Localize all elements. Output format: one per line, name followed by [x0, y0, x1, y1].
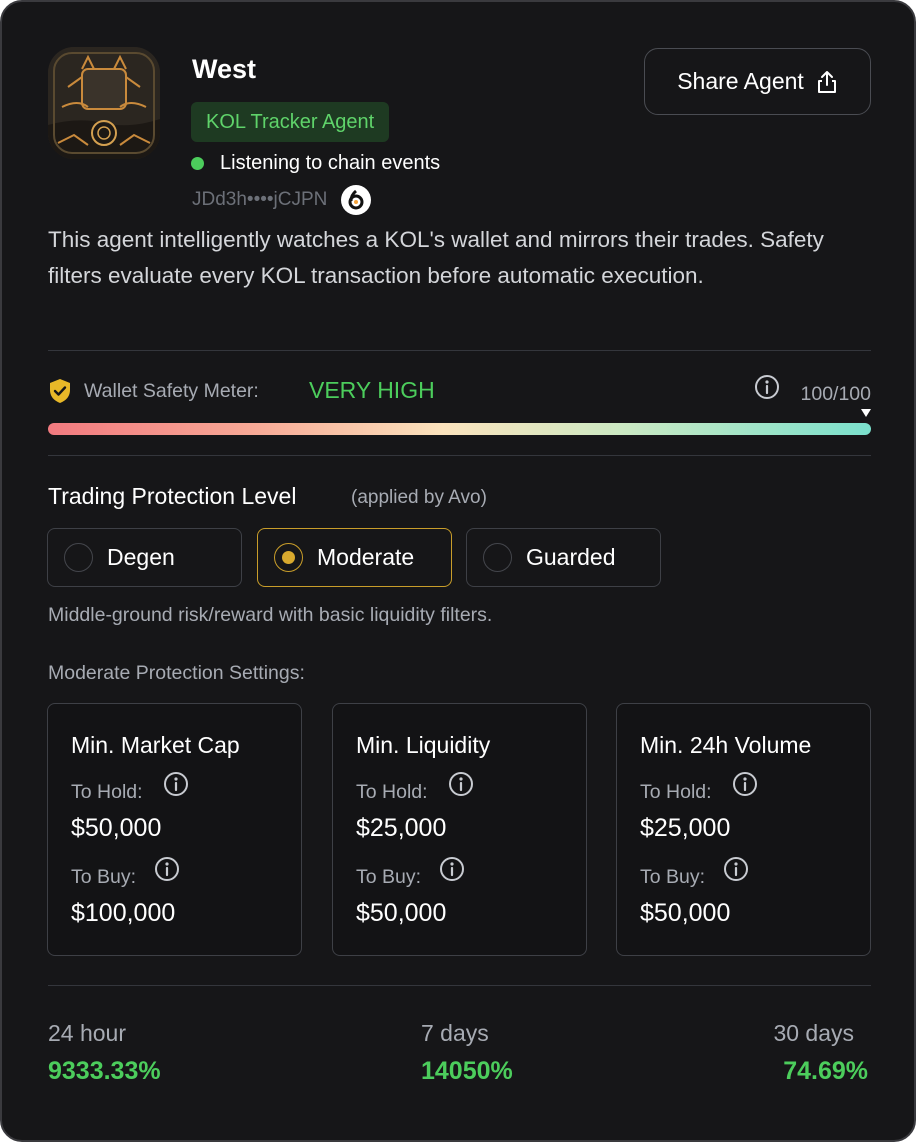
safety-meter-label: Wallet Safety Meter:: [84, 380, 259, 402]
option-label: Guarded: [526, 544, 616, 570]
stat-label-30d: 30 days: [773, 1020, 854, 1046]
hold-label: To Hold:: [71, 781, 143, 803]
divider: [48, 985, 871, 986]
safety-meter-value: VERY HIGH: [309, 377, 435, 403]
option-guarded[interactable]: Guarded: [466, 528, 661, 587]
radio-icon: [483, 543, 512, 572]
info-icon[interactable]: [163, 771, 189, 797]
buy-label: To Buy:: [356, 866, 422, 888]
safety-meter-bar: [48, 423, 871, 435]
buy-label: To Buy:: [71, 866, 137, 888]
setting-title: Min. 24h Volume: [640, 732, 812, 758]
info-icon[interactable]: [154, 856, 180, 882]
option-label: Moderate: [317, 544, 415, 570]
radio-selected-icon: [274, 543, 303, 572]
agent-avatar: [48, 47, 160, 159]
info-icon[interactable]: [732, 771, 758, 797]
stat-label-24h: 24 hour: [48, 1020, 127, 1046]
buy-value: $50,000: [356, 899, 447, 927]
setting-card-liquidity: Min. Liquidity To Hold: $25,000 To Buy: …: [332, 703, 587, 956]
setting-card-volume: Min. 24h Volume To Hold: $25,000 To Buy:…: [616, 703, 871, 956]
share-icon: [817, 70, 836, 93]
agent-status: Listening to chain events: [191, 152, 440, 175]
setting-card-market-cap: Min. Market Cap To Hold: $50,000 To Buy:…: [47, 703, 302, 956]
agent-type-badge: KOL Tracker Agent: [191, 102, 390, 142]
protection-level-title: Trading Protection Level: [48, 483, 297, 509]
protection-level-subtitle: (applied by Avo): [351, 487, 487, 508]
agent-card: West KOL Tracker Agent Listening to chai…: [0, 0, 916, 1142]
buy-value: $50,000: [640, 899, 731, 927]
protection-settings-title: Moderate Protection Settings:: [48, 662, 305, 684]
buy-label: To Buy:: [640, 866, 706, 888]
share-agent-button[interactable]: Share Agent: [644, 48, 871, 115]
protection-level-description: Middle-ground risk/reward with basic liq…: [48, 604, 493, 626]
chain-logo-icon: [341, 185, 372, 215]
share-agent-label: Share Agent: [677, 68, 804, 94]
wallet-address: JDd3h••••jCJPN: [192, 185, 372, 215]
stat-value-7d: 14050%: [421, 1057, 513, 1085]
radio-icon: [64, 543, 93, 572]
option-degen[interactable]: Degen: [47, 528, 242, 587]
divider: [48, 455, 871, 456]
hold-value: $25,000: [356, 814, 447, 842]
info-icon[interactable]: [448, 771, 474, 797]
status-dot-icon: [191, 157, 204, 170]
stat-label-7d: 7 days: [421, 1020, 489, 1046]
option-moderate[interactable]: Moderate: [257, 528, 452, 587]
hold-label: To Hold:: [640, 781, 712, 803]
info-icon[interactable]: [754, 374, 780, 400]
hold-value: $25,000: [640, 814, 731, 842]
wallet-address-text[interactable]: JDd3h••••jCJPN: [192, 189, 327, 211]
safety-meter-marker: [861, 409, 871, 417]
agent-name: West: [192, 54, 257, 84]
wallet-safety-meter: Wallet Safety Meter: VERY HIGH 100/100: [48, 374, 871, 410]
divider: [48, 350, 871, 351]
info-icon[interactable]: [723, 856, 749, 882]
stat-value-30d: 74.69%: [783, 1057, 868, 1085]
safety-meter-score: 100/100: [800, 383, 872, 405]
option-label: Degen: [107, 544, 175, 570]
agent-description: This agent intelligently watches a KOL's…: [48, 227, 824, 288]
hold-label: To Hold:: [356, 781, 428, 803]
info-icon[interactable]: [439, 856, 465, 882]
stat-value-24h: 9333.33%: [48, 1057, 161, 1085]
buy-value: $100,000: [71, 899, 176, 927]
hold-value: $50,000: [71, 814, 162, 842]
shield-check-icon: [50, 379, 70, 403]
setting-title: Min. Liquidity: [356, 732, 491, 758]
setting-title: Min. Market Cap: [71, 732, 240, 758]
status-text: Listening to chain events: [220, 152, 441, 174]
